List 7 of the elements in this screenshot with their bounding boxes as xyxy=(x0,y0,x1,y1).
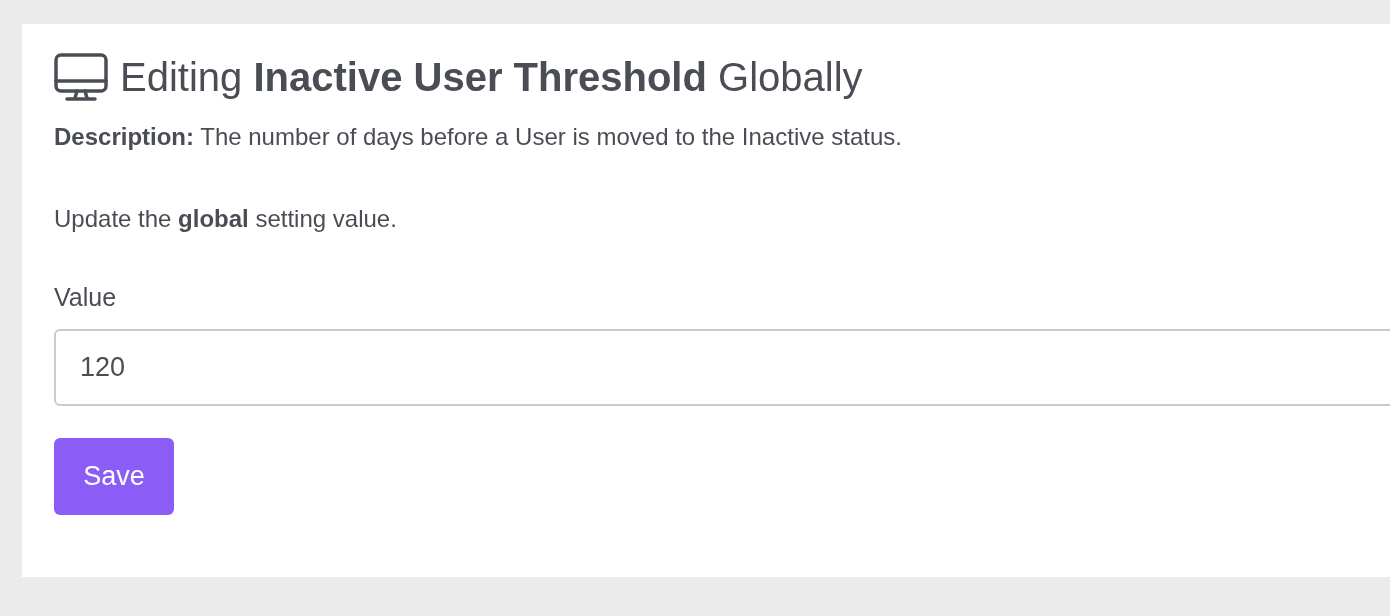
page-title: Editing Inactive User Threshold Globally xyxy=(120,54,863,101)
value-input-field[interactable]: 120 xyxy=(54,328,1390,406)
description-text: Description: The number of days before a User is moved to the Inactive status. xyxy=(54,122,903,152)
field-label: Value xyxy=(54,282,118,313)
monitor-icon xyxy=(54,53,108,101)
instruction-text: Update the global setting value. xyxy=(54,204,398,234)
save-button[interactable]: Save xyxy=(54,437,174,515)
